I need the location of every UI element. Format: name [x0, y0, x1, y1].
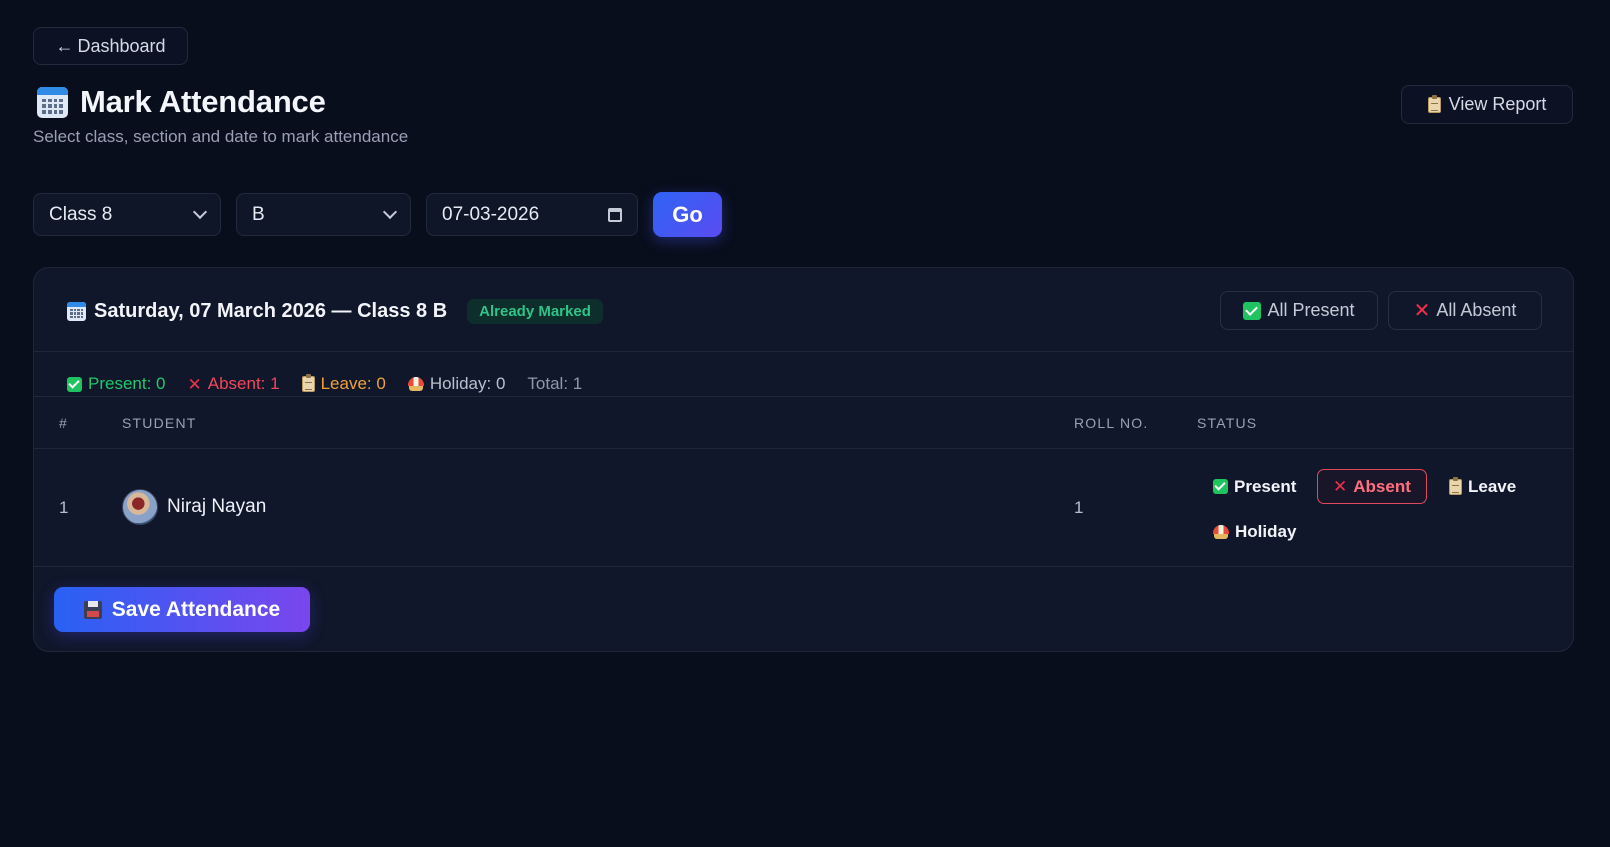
column-header-roll: ROLL NO. [1074, 415, 1149, 431]
check-icon [67, 376, 82, 392]
cross-icon: ✕ [1333, 477, 1348, 496]
summary-holiday: Holiday: 0 [407, 374, 506, 394]
cross-icon: ✕ [187, 374, 202, 394]
check-icon [1243, 301, 1262, 320]
umbrella-icon [1213, 524, 1229, 539]
section-select-value: B [252, 203, 265, 225]
summary-holiday-text: Holiday: 0 [429, 374, 506, 393]
clipboard-icon [301, 374, 315, 392]
all-absent-label: All Absent [1436, 300, 1517, 320]
summary-present-text: Present: 0 [88, 374, 166, 393]
attendance-date-title: Saturday, 07 March 2026 — Class 8 B Alre… [67, 299, 603, 324]
row-index: 1 [59, 498, 69, 517]
back-label: Dashboard [77, 35, 166, 56]
column-header-student: STUDENT [122, 415, 197, 431]
roll-number: 1 [1074, 498, 1084, 517]
all-present-label: All Present [1267, 300, 1355, 320]
summary-total: Total: 1 [527, 374, 582, 394]
page-title-row: Mark Attendance [37, 84, 326, 120]
cross-icon: ✕ [1413, 299, 1431, 322]
calendar-picker-icon[interactable] [608, 207, 622, 222]
date-input-value: 07-03-2026 [442, 203, 540, 225]
umbrella-icon [407, 377, 424, 391]
status-absent-label: Absent [1353, 476, 1411, 496]
save-attendance-button[interactable]: Save Attendance [54, 587, 310, 632]
clipboard-icon [1427, 94, 1441, 113]
card-header: Saturday, 07 March 2026 — Class 8 B Alre… [34, 268, 1573, 352]
date-title-text: Saturday, 07 March 2026 — Class 8 B [94, 300, 448, 322]
section-select[interactable]: B [236, 193, 411, 236]
arrow-left-icon: ← [55, 35, 74, 56]
summary-absent-text: Absent: 1 [207, 374, 280, 393]
status-badge: Already Marked [467, 299, 603, 324]
status-leave-label: Leave [1468, 476, 1517, 496]
save-attendance-label: Save Attendance [111, 597, 281, 621]
student-name: Niraj Nayan [167, 496, 267, 517]
go-button[interactable]: Go [653, 192, 722, 237]
class-select-value: Class 8 [49, 203, 113, 225]
calendar-icon [67, 302, 86, 321]
status-present-label: Present [1234, 476, 1297, 496]
summary-leave-text: Leave: 0 [320, 374, 386, 393]
summary-total-text: Total: 1 [527, 374, 583, 393]
check-icon [1213, 479, 1228, 494]
column-header-index: # [59, 415, 68, 431]
all-present-button[interactable]: All Present [1220, 291, 1378, 330]
attendance-card: Saturday, 07 March 2026 — Class 8 B Alre… [33, 267, 1574, 652]
chevron-down-icon [382, 204, 398, 220]
date-input[interactable]: 07-03-2026 [426, 193, 638, 236]
status-present-option[interactable]: Present [1198, 469, 1311, 504]
summary-absent: ✕ Absent: 1 [188, 374, 280, 394]
status-holiday-option[interactable]: Holiday [1198, 514, 1311, 549]
student-cell: Niraj Nayan [122, 489, 266, 525]
avatar [122, 489, 158, 525]
page-subtitle: Select class, section and date to mark a… [33, 127, 409, 146]
summary-leave: Leave: 0 [301, 374, 386, 394]
floppy-disk-icon [83, 600, 102, 619]
back-to-dashboard-button[interactable]: ← Dashboard [33, 27, 188, 65]
status-leave-option[interactable]: Leave [1434, 469, 1531, 504]
status-absent-option[interactable]: ✕ Absent [1317, 469, 1427, 504]
view-report-button[interactable]: View Report [1401, 85, 1573, 124]
status-holiday-label: Holiday [1235, 521, 1297, 541]
all-absent-button[interactable]: ✕ All Absent [1388, 291, 1542, 330]
clipboard-icon [1449, 476, 1462, 495]
page-title: Mark Attendance [80, 84, 326, 119]
attendance-summary: Present: 0 ✕ Absent: 1 Leave: 0 Holiday:… [67, 374, 582, 394]
column-header-status: STATUS [1197, 415, 1258, 431]
summary-present: Present: 0 [67, 374, 166, 394]
view-report-label: View Report [1448, 94, 1547, 114]
calendar-icon [37, 86, 68, 118]
class-select[interactable]: Class 8 [33, 193, 221, 236]
chevron-down-icon [192, 204, 208, 220]
